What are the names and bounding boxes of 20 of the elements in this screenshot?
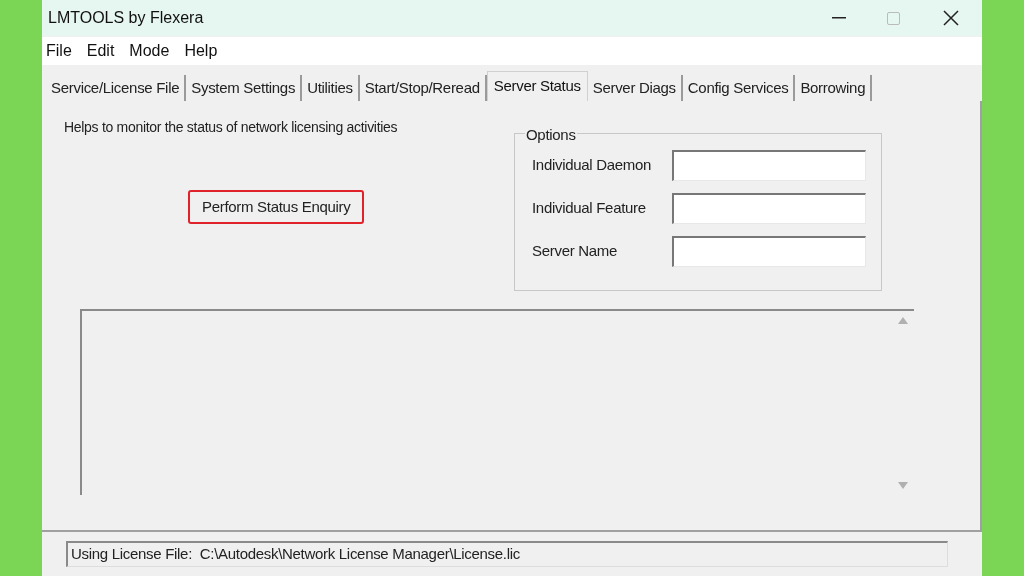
menu-item[interactable]: Edit bbox=[86, 39, 115, 63]
input-field[interactable] bbox=[672, 150, 866, 181]
maximize-icon bbox=[886, 11, 900, 25]
tab[interactable]: Server Status bbox=[486, 71, 588, 101]
minimize-icon bbox=[832, 17, 846, 19]
menu-item[interactable]: File bbox=[46, 39, 72, 63]
down-arrow-icon[interactable] bbox=[898, 482, 908, 489]
input-field[interactable] bbox=[672, 193, 866, 224]
input-field[interactable] bbox=[672, 236, 866, 267]
status-bar: Using License File: C:\Autodesk\Network License Manager\License.lic bbox=[66, 541, 948, 567]
field-label: Individual Daemon bbox=[532, 155, 653, 176]
menu-item[interactable]: Mode bbox=[129, 39, 170, 63]
up-arrow-icon[interactable] bbox=[898, 317, 908, 324]
field-label: Individual Feature bbox=[532, 198, 647, 219]
enquiry-button[interactable]: Perform Status Enquiry bbox=[188, 190, 365, 224]
field-label: Server Name bbox=[532, 241, 619, 262]
description-text: Helps to monitor the status of network licensing activities bbox=[64, 118, 399, 137]
menu-item[interactable]: Help bbox=[184, 39, 218, 63]
window-title: LMTOOLS by Flexera bbox=[48, 8, 204, 28]
close-icon bbox=[943, 10, 959, 26]
